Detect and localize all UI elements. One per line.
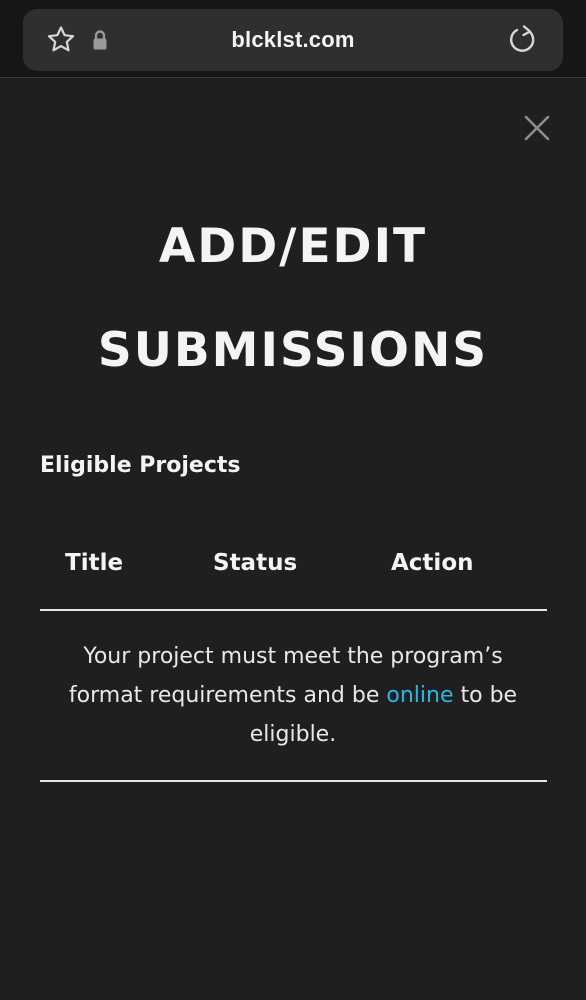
submissions-modal: ADD/EDIT SUBMISSIONS Eligible Projects T… xyxy=(0,79,586,1000)
page-title-line-2: SUBMISSIONS xyxy=(97,323,489,378)
url-text[interactable]: blcklst.com xyxy=(23,9,563,71)
page-title: ADD/EDIT SUBMISSIONS xyxy=(0,195,586,403)
online-link[interactable]: online xyxy=(386,683,453,708)
eligibility-note: Your project must meet the program’s for… xyxy=(60,637,526,754)
reload-icon[interactable] xyxy=(507,24,539,56)
table-divider-bottom xyxy=(40,780,547,782)
column-header-action: Action xyxy=(391,550,474,576)
section-heading: Eligible Projects xyxy=(40,453,241,478)
table-header: Title Status Action xyxy=(40,545,547,609)
table-divider-top xyxy=(40,609,547,611)
page-title-line-1: ADD/EDIT xyxy=(158,219,428,274)
column-header-title: Title xyxy=(65,550,124,576)
browser-toolbar: blcklst.com xyxy=(0,0,586,78)
address-bar[interactable]: blcklst.com xyxy=(23,9,563,71)
column-header-status: Status xyxy=(213,550,298,576)
close-icon[interactable] xyxy=(522,113,552,143)
